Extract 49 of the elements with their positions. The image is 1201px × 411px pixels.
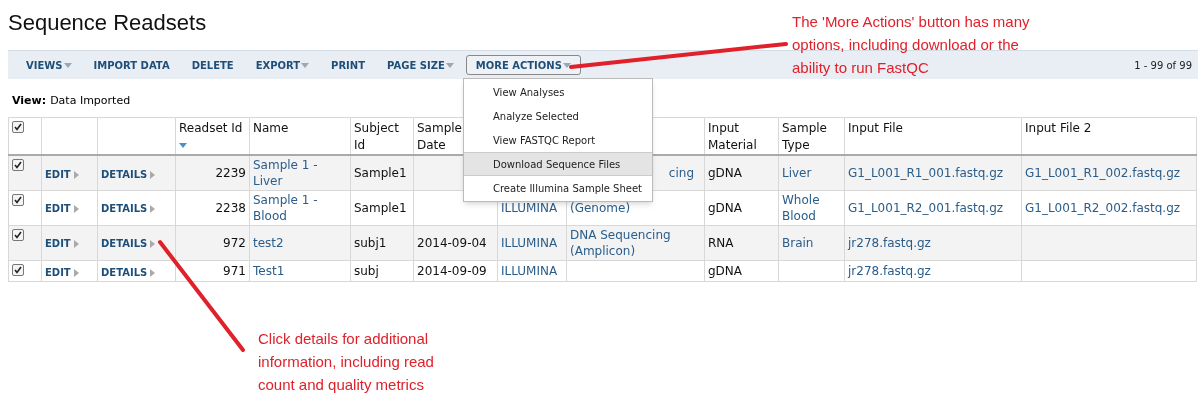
arrow-icon: [73, 240, 79, 249]
table-cell-text: RNA: [708, 234, 735, 251]
checkbox[interactable]: [12, 263, 24, 276]
table-cell-text: subj1: [354, 234, 388, 251]
checkbox[interactable]: [12, 228, 24, 241]
menu-item[interactable]: Create Illumina Sample Sheet: [464, 176, 652, 200]
arrow-icon: [150, 240, 156, 249]
table-cell-text: Sample1: [354, 164, 408, 181]
toolbar-button[interactable]: EXPORT: [245, 55, 320, 75]
menu-item[interactable]: Download Sequence Files: [464, 152, 652, 176]
edit-link[interactable]: EDIT: [45, 168, 71, 180]
toolbar-button[interactable]: VIEWS: [16, 55, 82, 75]
table-cell-text: Sample1: [354, 199, 408, 216]
table-cell-text: gDNA: [708, 164, 744, 181]
table-cell-text: subj: [354, 262, 380, 279]
arrow-icon: [150, 205, 156, 214]
table-cell-text: 2014-09-09: [417, 262, 488, 279]
arrow-icon: [150, 170, 156, 179]
table-cell-text: gDNA: [708, 262, 744, 279]
checkbox[interactable]: [12, 193, 24, 206]
pagination-text: 1 - 99 of 99: [1134, 58, 1192, 73]
table-cell-text: gDNA: [708, 199, 744, 216]
table-cell-text: 2014-09-04: [417, 234, 488, 251]
arrow-icon: [73, 268, 79, 277]
view-name: Data Imported: [50, 93, 131, 109]
sort-arrow-icon: [179, 143, 187, 148]
arrow-icon: [73, 205, 79, 214]
annotation-text: The 'More Actions' button has many options, including download or the ability to run FastQC: [792, 12, 1031, 78]
view-label: View:: [12, 93, 47, 109]
table-cell-text: 2239: [214, 164, 246, 181]
edit-link[interactable]: EDIT: [45, 238, 71, 250]
table-cell-text: 2238: [214, 199, 246, 216]
table-cell-text: 972: [222, 234, 246, 251]
menu-item[interactable]: View Analyses: [464, 80, 652, 104]
toolbar-button[interactable]: MORE ACTIONS: [465, 55, 581, 75]
toolbar-button[interactable]: DELETE: [181, 55, 244, 75]
menu-item[interactable]: View FASTQC Report: [464, 128, 652, 152]
edit-link[interactable]: EDIT: [45, 203, 71, 215]
checkbox[interactable]: [12, 159, 24, 171]
toolbar-button[interactable]: IMPORT DATA: [83, 55, 180, 75]
table-cell-text: 971: [222, 262, 246, 279]
arrow-icon: [73, 170, 79, 179]
toolbar-button[interactable]: PAGE SIZE: [377, 55, 464, 75]
page-title: Sequence Readsets: [8, 9, 207, 37]
annotation-text: Click details for additional information, including read count and quality metrics: [258, 329, 435, 395]
toolbar-button[interactable]: PRINT: [321, 55, 376, 75]
checkbox[interactable]: [12, 121, 24, 133]
menu-item[interactable]: Analyze Selected: [464, 104, 652, 128]
arrow-icon: [150, 268, 156, 277]
